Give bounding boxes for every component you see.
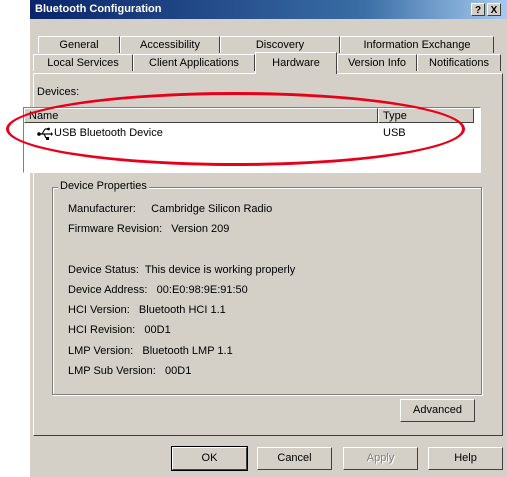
advanced-button-label: Advanced [413, 404, 462, 416]
device-address-text: Device Address: 00:E0:98:9E:91:50 [68, 284, 248, 296]
column-header-type[interactable]: Type [378, 108, 474, 123]
help-button[interactable]: Help [428, 447, 503, 470]
ok-button-label: OK [201, 452, 218, 464]
devices-list[interactable]: Name Type USB Bluetooth Device USB [23, 107, 481, 173]
firmware-revision-text: Firmware Revision: Version 209 [68, 223, 230, 235]
device-type: USB [383, 127, 406, 139]
device-status-text: Device Status: This device is working pr… [68, 264, 296, 276]
apply-button[interactable]: Apply [343, 447, 418, 470]
tab-discovery[interactable]: Discovery [220, 36, 340, 53]
cancel-button[interactable]: Cancel [257, 447, 332, 470]
hci-version-text: HCI Version: Bluetooth HCI 1.1 [68, 304, 226, 316]
close-title-button[interactable]: X [487, 3, 501, 16]
column-header-name[interactable]: Name [24, 108, 378, 123]
window-title: Bluetooth Configuration [35, 3, 162, 15]
help-title-button[interactable]: ? [471, 3, 485, 16]
usb-icon [37, 127, 53, 144]
tab-client-applications[interactable]: Client Applications [133, 54, 255, 71]
tab-general[interactable]: General [38, 36, 120, 53]
tab-accessibility[interactable]: Accessibility [120, 36, 220, 53]
device-name: USB Bluetooth Device [54, 127, 163, 139]
tab-information-exchange[interactable]: Information Exchange [340, 36, 494, 53]
devices-label: Devices: [37, 86, 80, 98]
tab-hardware[interactable]: Hardware [255, 52, 337, 74]
lmp-version-text: LMP Version: Bluetooth LMP 1.1 [68, 345, 233, 357]
tab-local-services[interactable]: Local Services [33, 54, 133, 71]
title-bar[interactable]: Bluetooth Configuration ? X [30, 0, 507, 19]
tab-notifications[interactable]: Notifications [417, 54, 501, 71]
device-properties-caption: Device Properties [58, 180, 149, 192]
cancel-button-label: Cancel [277, 452, 312, 464]
ok-button[interactable]: OK [171, 446, 248, 471]
lmp-sub-version-text: LMP Sub Version: 00D1 [68, 365, 192, 377]
help-button-label: Help [454, 452, 477, 464]
tab-version-info[interactable]: Version Info [337, 54, 417, 71]
hci-revision-text: HCI Revision: 00D1 [68, 324, 171, 336]
apply-button-label: Apply [366, 452, 395, 464]
advanced-button[interactable]: Advanced [400, 399, 475, 422]
manufacturer-text: Manufacturer: Cambridge Silicon Radio [68, 203, 273, 215]
device-row[interactable]: USB Bluetooth Device USB [24, 125, 474, 143]
